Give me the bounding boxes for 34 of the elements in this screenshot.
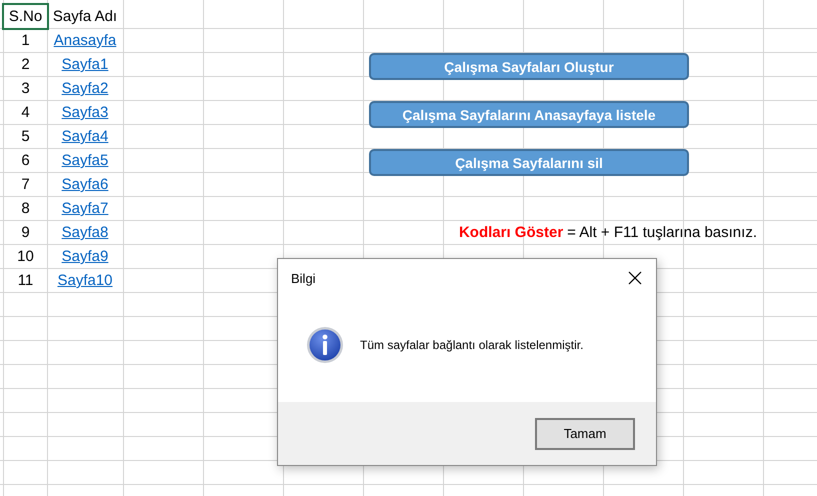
table-cell-text: 3 — [20, 79, 31, 99]
ok-button[interactable]: Tamam — [535, 418, 635, 450]
info-icon — [306, 326, 344, 364]
note-text: = Alt + F11 tuşlarına basınız. — [567, 224, 757, 241]
sheet-link[interactable]: Sayfa7 — [62, 200, 108, 217]
table-cell-text: 9 — [20, 223, 31, 243]
table-cell-text: 8 — [20, 199, 31, 219]
close-icon[interactable] — [628, 271, 642, 285]
sheet-link[interactable]: Sayfa9 — [62, 248, 108, 265]
dialog-title: Bilgi — [291, 270, 316, 286]
sheet-link[interactable]: Sayfa8 — [62, 224, 108, 241]
sheet-link[interactable]: Sayfa3 — [62, 104, 108, 121]
table-cell-text: 4 — [20, 103, 31, 123]
table-cell-text: 7 — [20, 175, 31, 195]
macro-button[interactable]: Çalışma Sayfalarını sil — [369, 149, 689, 176]
dialog-message: Tüm sayfalar bağlantı olarak listelenmiştir. — [360, 338, 584, 352]
table-cell-text: 10 — [16, 247, 35, 267]
table-cell-text: 6 — [20, 151, 31, 171]
sheet-link[interactable]: Anasayfa — [54, 32, 116, 49]
header-cell-text: Sayfa Adı — [52, 7, 118, 27]
header-cell: S.No — [4, 5, 47, 28]
table-cell-text: 5 — [20, 127, 31, 147]
macro-button[interactable]: Çalışma Sayfaları Oluştur — [369, 53, 689, 80]
note-label: Kodları Göster — [458, 224, 564, 241]
sheet-link[interactable]: Sayfa2 — [62, 80, 108, 97]
table-cell-text: 11 — [16, 271, 34, 291]
table-cell-text: 2 — [20, 55, 31, 75]
sheet-link[interactable]: Sayfa6 — [62, 176, 108, 193]
table-cell-text: 1 — [20, 31, 31, 51]
sheet-link[interactable]: Sayfa1 — [62, 56, 108, 73]
sheet-link[interactable]: Sayfa5 — [62, 152, 108, 169]
macro-button[interactable]: Çalışma Sayfalarını Anasayfaya listele — [369, 101, 689, 128]
sheet-link[interactable]: Sayfa10 — [57, 272, 113, 289]
sheet-link[interactable]: Sayfa4 — [62, 128, 108, 145]
